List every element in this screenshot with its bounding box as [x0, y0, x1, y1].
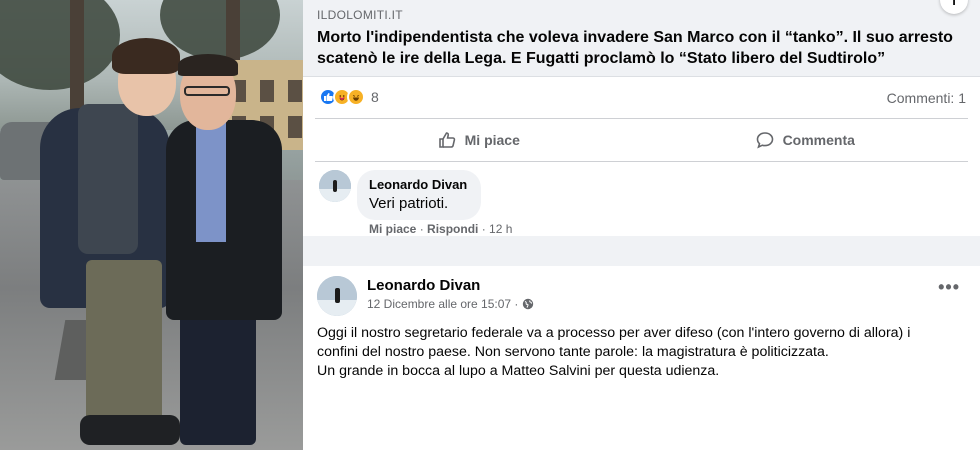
comment-reply-link[interactable]: Rispondi [427, 222, 478, 236]
person-left-trousers [86, 260, 162, 430]
person-right-trousers [180, 300, 256, 445]
reaction-count: 8 [371, 89, 379, 105]
link-preview[interactable]: ILDOLOMITI.IT Morto l'indipendentista ch… [303, 0, 980, 77]
post-meta: 12 Dicembre alle ore 15:07 · [367, 297, 534, 311]
post-body-line: Oggi il nostro segretario federale va a … [317, 325, 911, 341]
person-left-scarf [78, 104, 138, 254]
post-author[interactable]: Leonardo Divan [367, 277, 480, 294]
shared-link-post: ILDOLOMITI.IT Morto l'indipendentista ch… [303, 0, 980, 236]
avatar-figure [335, 288, 340, 303]
info-icon[interactable]: i [940, 0, 968, 14]
feed-panel: ILDOLOMITI.IT Morto l'indipendentista ch… [303, 0, 980, 450]
comment-button-label: Commenta [782, 132, 855, 148]
post-photo [0, 0, 338, 450]
comment-text: Veri patrioti. [369, 195, 449, 212]
feed-separator [303, 236, 980, 266]
avatar[interactable] [319, 170, 351, 202]
comment-time[interactable]: 12 h [489, 222, 512, 236]
haha-reaction-icon [347, 88, 365, 106]
comment-like-link[interactable]: Mi piace [369, 222, 416, 236]
globe-icon [523, 298, 534, 310]
status-post: Leonardo Divan 12 Dicembre alle ore 15:0… [303, 266, 980, 450]
comment-bubble: Leonardo Divan Veri patrioti. [357, 170, 482, 220]
thumbs-up-icon [438, 132, 455, 148]
avatar[interactable] [317, 276, 357, 316]
avatar-figure [333, 179, 338, 192]
comment-actions: Mi piace · Rispondi · 12 h [369, 222, 512, 236]
person-right-shirt [196, 122, 226, 242]
post-body-line: Un grande in bocca al lupo a Matteo Salv… [317, 363, 720, 379]
more-icon[interactable]: ••• [938, 278, 960, 296]
photo-tree-trunk [70, 0, 84, 120]
link-title[interactable]: Morto l'indipendentista che voleva invad… [317, 27, 967, 69]
reaction-summary[interactable]: 8 [319, 88, 379, 106]
like-button-label: Mi piace [464, 132, 520, 148]
comment-author[interactable]: Leonardo Divan [369, 177, 467, 192]
person-right-glasses [184, 86, 230, 96]
comment-actions-dot: · [416, 222, 428, 236]
like-button[interactable]: Mi piace [315, 119, 642, 161]
comment-button[interactable]: Commenta [642, 119, 969, 161]
person-right-hair [178, 54, 238, 76]
post-body: Oggi il nostro segretario federale va a … [317, 324, 967, 381]
person-left-shoes [80, 415, 180, 445]
person-left-hair [112, 38, 180, 74]
comment-count[interactable]: Commenti: 1 [887, 90, 966, 106]
link-source: ILDOLOMITI.IT [317, 8, 403, 22]
post-timestamp[interactable]: 12 Dicembre alle ore 15:07 · [367, 297, 518, 311]
post-action-bar: Mi piace Commenta [315, 118, 968, 162]
post-body-line: confini del nostro paese. Non servono ta… [317, 344, 829, 360]
comment-actions-dot: · [478, 222, 490, 236]
comment-bubble-icon [756, 132, 773, 149]
